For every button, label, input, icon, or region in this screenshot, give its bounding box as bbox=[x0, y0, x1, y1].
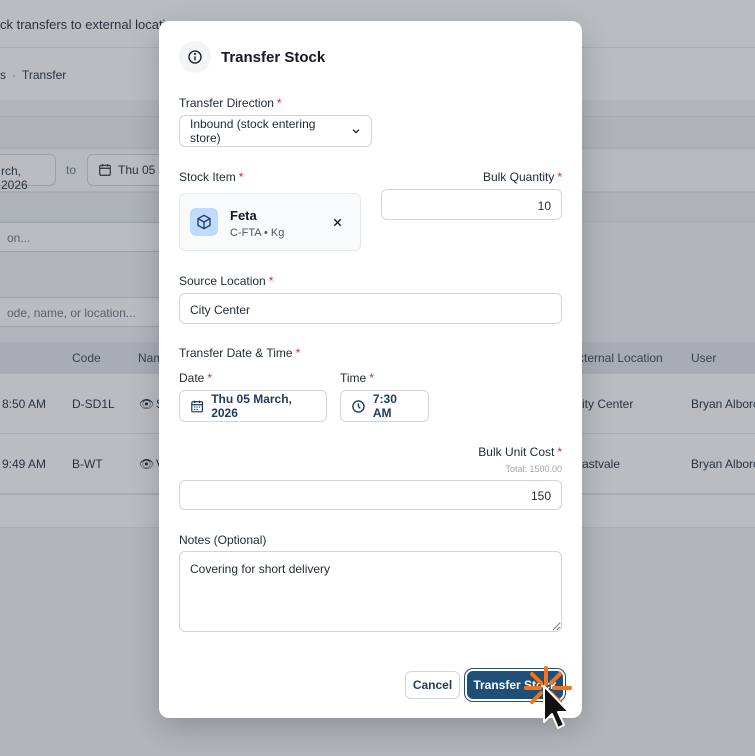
dialog-header: Transfer Stock bbox=[179, 41, 325, 73]
transfer-direction-select[interactable]: Inbound (stock entering store) bbox=[179, 115, 372, 147]
notes-textarea[interactable]: Covering for short delivery bbox=[179, 551, 562, 632]
bulk-unit-cost-input[interactable]: 150 bbox=[179, 480, 562, 510]
transfer-stock-button[interactable]: Transfer Stock bbox=[467, 671, 563, 699]
bulk-quantity-label: Bulk Quantity * bbox=[482, 170, 562, 184]
transfer-stock-dialog: Transfer Stock Transfer Direction * Inbou… bbox=[159, 21, 582, 718]
dialog-title: Transfer Stock bbox=[221, 48, 326, 66]
source-location-input[interactable]: City Center bbox=[179, 293, 562, 324]
info-icon bbox=[179, 41, 211, 73]
bulk-unit-cost-total: Total: 1500.00 bbox=[505, 464, 562, 474]
bulk-unit-cost-label: Bulk Unit Cost * bbox=[478, 445, 562, 459]
time-picker-button[interactable]: 7:30 AM bbox=[340, 390, 429, 422]
selected-stock-item[interactable]: Feta C-FTA • Kg bbox=[179, 193, 361, 251]
clock-icon bbox=[352, 399, 365, 413]
notes-label: Notes (Optional) bbox=[179, 533, 267, 547]
transfer-direction-label: Transfer Direction * bbox=[179, 96, 282, 110]
cancel-button[interactable]: Cancel bbox=[405, 671, 460, 699]
chevron-down-icon bbox=[351, 126, 361, 136]
source-location-label: Source Location * bbox=[179, 274, 274, 288]
close-icon bbox=[333, 218, 341, 226]
time-label: Time * bbox=[340, 371, 374, 385]
clear-stock-item-button[interactable] bbox=[330, 215, 344, 229]
date-label: Date * bbox=[179, 371, 213, 385]
stock-item-name: Feta bbox=[230, 208, 257, 223]
date-picker-button[interactable]: Thu 05 March, 2026 bbox=[179, 390, 327, 422]
calendar-icon bbox=[191, 400, 204, 412]
transfer-datetime-label: Transfer Date & Time * bbox=[179, 346, 301, 360]
bulk-quantity-input[interactable]: 10 bbox=[381, 189, 562, 220]
stock-item-label: Stock Item * bbox=[179, 170, 244, 184]
cube-icon bbox=[190, 208, 218, 236]
stock-item-meta: C-FTA • Kg bbox=[230, 227, 285, 239]
